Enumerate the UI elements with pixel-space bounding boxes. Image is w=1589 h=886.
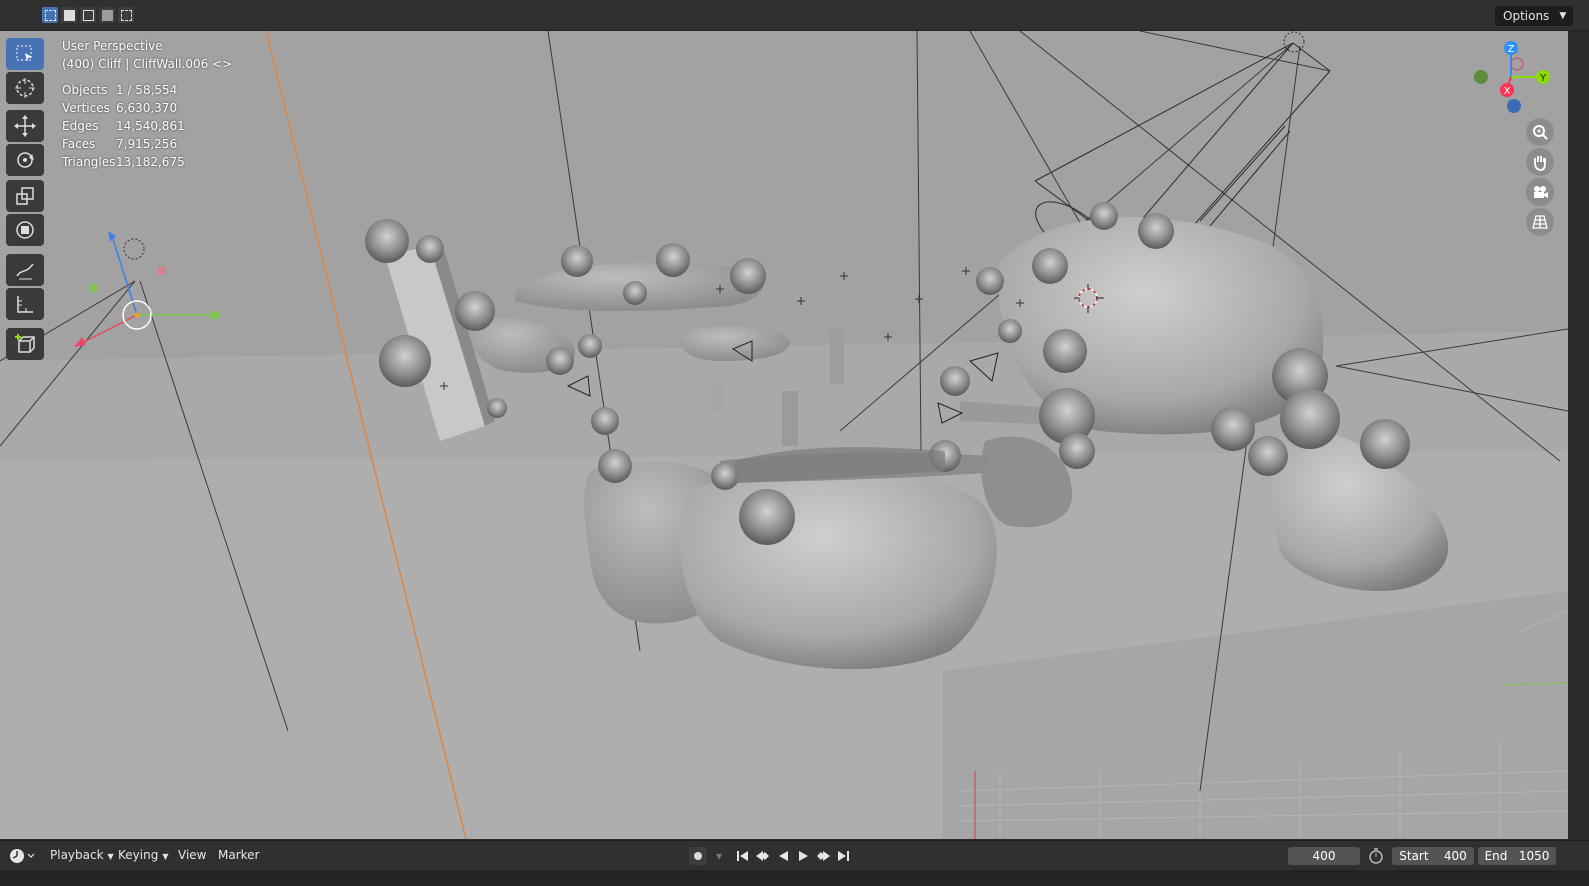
jump-end-icon xyxy=(838,851,849,861)
stopwatch-icon[interactable] xyxy=(1368,848,1384,867)
stat-label: Vertices xyxy=(62,101,110,115)
add-cube-tool[interactable] xyxy=(6,328,44,360)
select-intersect-icon[interactable] xyxy=(118,7,134,23)
select-subtract-icon[interactable] xyxy=(80,7,96,23)
start-label: Start xyxy=(1399,849,1429,863)
sidebar-collapse-strip[interactable] xyxy=(1568,31,1589,839)
stat-row: Edges 14,540,861 xyxy=(62,117,185,135)
3d-viewport[interactable]: Z Y X xyxy=(0,31,1568,839)
stat-label: Edges xyxy=(62,119,99,133)
view-label: View xyxy=(178,848,207,862)
select-extend-icon[interactable] xyxy=(61,7,77,23)
stat-row: Faces 7,915,256 xyxy=(62,135,185,153)
chevron-down-icon: ▼ xyxy=(107,852,114,861)
annotate-icon xyxy=(16,263,34,280)
jump-end-button[interactable] xyxy=(834,847,852,865)
pan-button[interactable] xyxy=(1526,148,1554,176)
measure-icon xyxy=(17,296,33,313)
auto-keying-button[interactable] xyxy=(689,847,707,865)
playback-controls xyxy=(734,847,852,865)
end-frame-field[interactable]: End 1050 xyxy=(1478,847,1556,865)
scene-statistics: Objects 1 / 58,554 Vertices 6,630,370 Edge… xyxy=(62,81,185,171)
start-frame-field[interactable]: Start 400 xyxy=(1392,847,1474,865)
grid-icon xyxy=(1532,215,1548,229)
stat-label: Faces xyxy=(62,137,96,151)
add-cube-icon xyxy=(15,334,35,353)
cursor-icon xyxy=(15,78,35,98)
stat-row: Vertices 6,630,370 xyxy=(62,99,185,117)
clock-icon xyxy=(10,849,35,863)
stat-value: 14,540,861 xyxy=(116,119,185,133)
annotate-tool[interactable] xyxy=(6,254,44,286)
play-button[interactable] xyxy=(794,847,812,865)
playback-label: Playback xyxy=(50,848,104,862)
playback-menu[interactable]: Playback ▼ xyxy=(50,848,114,862)
select-box-icon xyxy=(16,45,32,62)
play-reverse-icon xyxy=(779,851,788,861)
scale-tool[interactable] xyxy=(6,180,44,212)
hand-icon xyxy=(1534,156,1546,171)
stat-value: 1 / 58,554 xyxy=(116,83,178,97)
options-dropdown[interactable]: Options ▼ xyxy=(1495,6,1574,26)
editor-type-dropdown[interactable] xyxy=(8,846,38,866)
select-difference-icon[interactable] xyxy=(99,7,115,23)
marker-label: Marker xyxy=(218,848,260,862)
move-icon xyxy=(14,115,36,137)
select-new-icon[interactable] xyxy=(42,7,58,23)
camera-icon xyxy=(1534,186,1548,198)
jump-start-icon xyxy=(737,851,748,861)
cursor-tool[interactable] xyxy=(6,72,44,104)
view-name: User Perspective xyxy=(62,39,163,53)
stat-value: 13,182,675 xyxy=(116,155,185,169)
transform-tool[interactable] xyxy=(6,214,44,246)
rotate-icon xyxy=(17,152,34,168)
chevron-down-icon: ▼ xyxy=(162,852,169,861)
end-value: 1050 xyxy=(1518,849,1550,863)
move-tool[interactable] xyxy=(6,110,44,142)
marker-menu[interactable]: Marker xyxy=(218,848,259,862)
view-menu[interactable]: View xyxy=(178,848,206,862)
play-icon xyxy=(799,851,808,861)
next-keyframe-button[interactable] xyxy=(814,847,832,865)
stat-label: Objects xyxy=(62,83,108,97)
chevron-down-icon[interactable]: ▼ xyxy=(712,848,722,862)
select-box-tool[interactable] xyxy=(6,38,44,70)
perspective-toggle-button[interactable] xyxy=(1526,208,1554,236)
viewport-info: User Perspective (400) Cliff | CliffWall… xyxy=(62,37,232,73)
next-keyframe-icon xyxy=(817,851,830,861)
timeline-header: Playback ▼ Keying ▼ View Marker ▼ 400 Star… xyxy=(0,840,1589,871)
transform-icon xyxy=(16,221,34,239)
scale-icon xyxy=(16,187,34,205)
gizmo-z-label: Z xyxy=(1508,44,1515,55)
prev-keyframe-button[interactable] xyxy=(754,847,772,865)
viewport-header: Options ▼ xyxy=(0,0,1589,31)
rotate-tool[interactable] xyxy=(6,144,44,176)
play-reverse-button[interactable] xyxy=(774,847,792,865)
gizmo-y-label: Y xyxy=(1539,73,1547,84)
gizmo-x-label: X xyxy=(1504,86,1511,97)
stat-label: Triangles xyxy=(62,155,116,169)
options-label: Options xyxy=(1503,9,1550,23)
selection-mode-group xyxy=(42,7,134,23)
timeline-area[interactable] xyxy=(0,870,1589,886)
prev-keyframe-icon xyxy=(756,851,769,861)
start-value: 400 xyxy=(1443,849,1467,863)
keying-label: Keying xyxy=(118,848,159,862)
stat-value: 6,630,370 xyxy=(116,101,178,115)
current-frame-field[interactable]: 400 xyxy=(1288,847,1360,865)
scene-render: Z Y X xyxy=(0,31,1568,839)
active-object-name: (400) Cliff | CliffWall.006 <> xyxy=(62,57,233,71)
measure-tool[interactable] xyxy=(6,288,44,320)
stat-row: Triangles 13,182,675 xyxy=(62,153,185,171)
stat-row: Objects 1 / 58,554 xyxy=(62,81,185,99)
zoom-button[interactable] xyxy=(1526,118,1554,146)
chevron-down-icon: ▼ xyxy=(1559,11,1567,21)
camera-view-button[interactable] xyxy=(1526,178,1554,206)
jump-start-button[interactable] xyxy=(734,847,752,865)
zoom-icon xyxy=(1533,125,1548,140)
end-label: End xyxy=(1484,849,1508,863)
keying-menu[interactable]: Keying ▼ xyxy=(118,848,168,862)
stat-value: 7,915,256 xyxy=(116,137,178,151)
transform-gizmo[interactable] xyxy=(74,231,222,347)
